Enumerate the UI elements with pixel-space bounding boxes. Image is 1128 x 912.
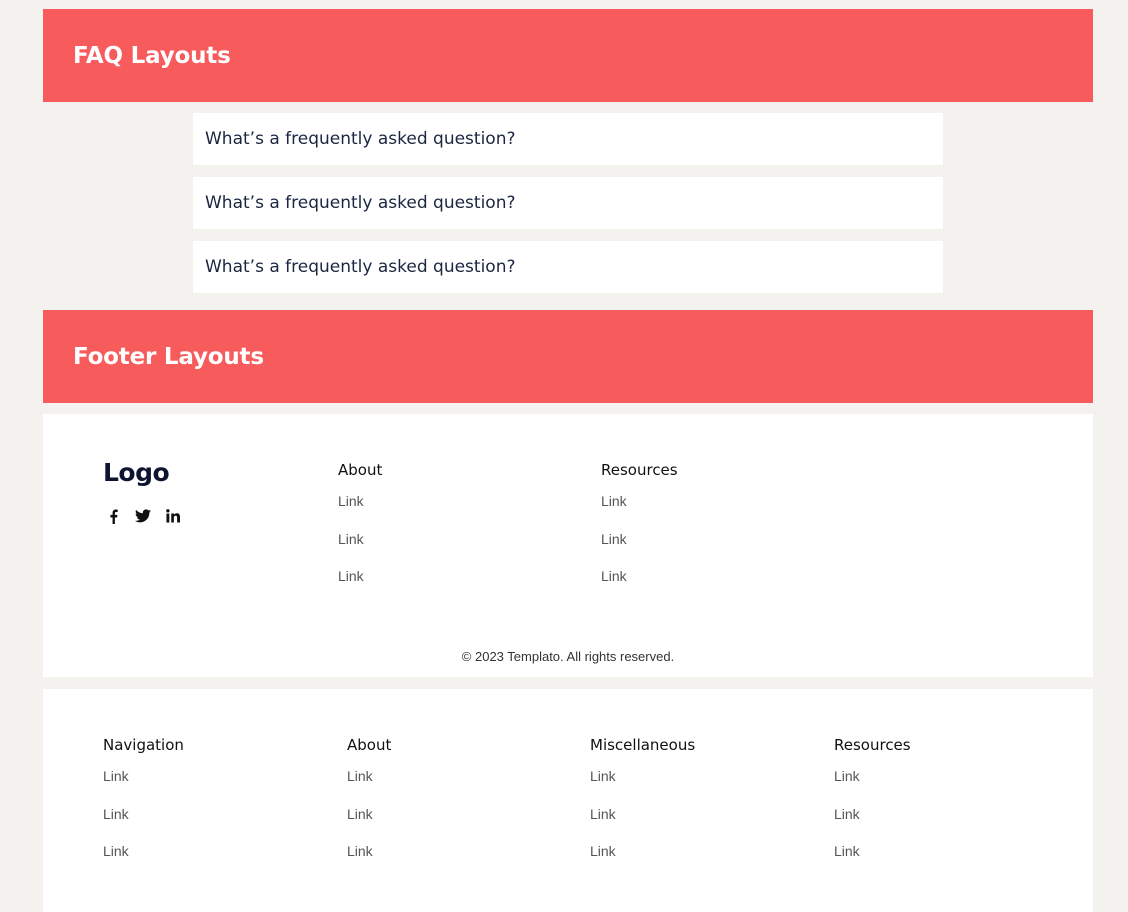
linkedin-icon[interactable] bbox=[165, 508, 181, 524]
faq-question: What’s a frequently asked question? bbox=[205, 129, 516, 149]
footer-link[interactable]: Link bbox=[338, 493, 382, 531]
footer-link[interactable]: Link bbox=[347, 843, 391, 881]
footer-column-miscellaneous: Miscellaneous Link Link Link bbox=[590, 736, 695, 881]
faq-item[interactable]: What’s a frequently asked question? bbox=[193, 177, 943, 229]
footer-column-navigation: Navigation Link Link Link bbox=[103, 736, 184, 881]
footer-column-resources: Resources Link Link Link bbox=[834, 736, 911, 881]
column-heading: Resources bbox=[601, 461, 678, 479]
faq-item[interactable]: What’s a frequently asked question? bbox=[193, 241, 943, 293]
footer-link[interactable]: Link bbox=[338, 568, 382, 606]
footer-link[interactable]: Link bbox=[103, 806, 184, 844]
footer-link[interactable]: Link bbox=[347, 768, 391, 806]
footer-link[interactable]: Link bbox=[590, 768, 695, 806]
footer-column-resources: Resources Link Link Link bbox=[601, 461, 678, 606]
footer-layout-one: Logo About Link Link Link Resources Link… bbox=[43, 414, 1093, 677]
page: FAQ Layouts What’s a frequently asked qu… bbox=[0, 0, 1128, 912]
footer-link[interactable]: Link bbox=[338, 531, 382, 569]
footer-link[interactable]: Link bbox=[601, 493, 678, 531]
footer-layout-two: Navigation Link Link Link About Link Lin… bbox=[43, 689, 1093, 912]
logo[interactable]: Logo bbox=[103, 458, 170, 487]
footer-link[interactable]: Link bbox=[103, 843, 184, 881]
faq-section-title: FAQ Layouts bbox=[73, 42, 231, 69]
footer-column-about: About Link Link Link bbox=[347, 736, 391, 881]
copyright-text: © 2023 Templato. All rights reserved. bbox=[461, 649, 675, 664]
faq-question: What’s a frequently asked question? bbox=[205, 193, 516, 213]
footer-section-banner: Footer Layouts bbox=[43, 310, 1093, 403]
faq-section-banner: FAQ Layouts bbox=[43, 9, 1093, 102]
faq-question: What’s a frequently asked question? bbox=[205, 257, 516, 277]
twitter-icon[interactable] bbox=[135, 508, 151, 524]
column-heading: Navigation bbox=[103, 736, 184, 754]
footer-link[interactable]: Link bbox=[834, 806, 911, 844]
footer-link[interactable]: Link bbox=[601, 568, 678, 606]
footer-link[interactable]: Link bbox=[834, 768, 911, 806]
footer-link[interactable]: Link bbox=[590, 806, 695, 844]
column-heading: About bbox=[338, 461, 383, 479]
footer-link[interactable]: Link bbox=[590, 843, 695, 881]
faq-item[interactable]: What’s a frequently asked question? bbox=[193, 113, 943, 165]
footer-link[interactable]: Link bbox=[347, 806, 391, 844]
column-heading: Resources bbox=[834, 736, 911, 754]
footer-link[interactable]: Link bbox=[601, 531, 678, 569]
facebook-icon[interactable] bbox=[105, 508, 121, 524]
social-links bbox=[105, 508, 181, 524]
footer-column-about: About Link Link Link bbox=[338, 461, 382, 606]
column-heading: Miscellaneous bbox=[590, 736, 696, 754]
column-heading: About bbox=[347, 736, 392, 754]
footer-link[interactable]: Link bbox=[103, 768, 184, 806]
footer-section-title: Footer Layouts bbox=[73, 343, 264, 370]
footer-link[interactable]: Link bbox=[834, 843, 911, 881]
